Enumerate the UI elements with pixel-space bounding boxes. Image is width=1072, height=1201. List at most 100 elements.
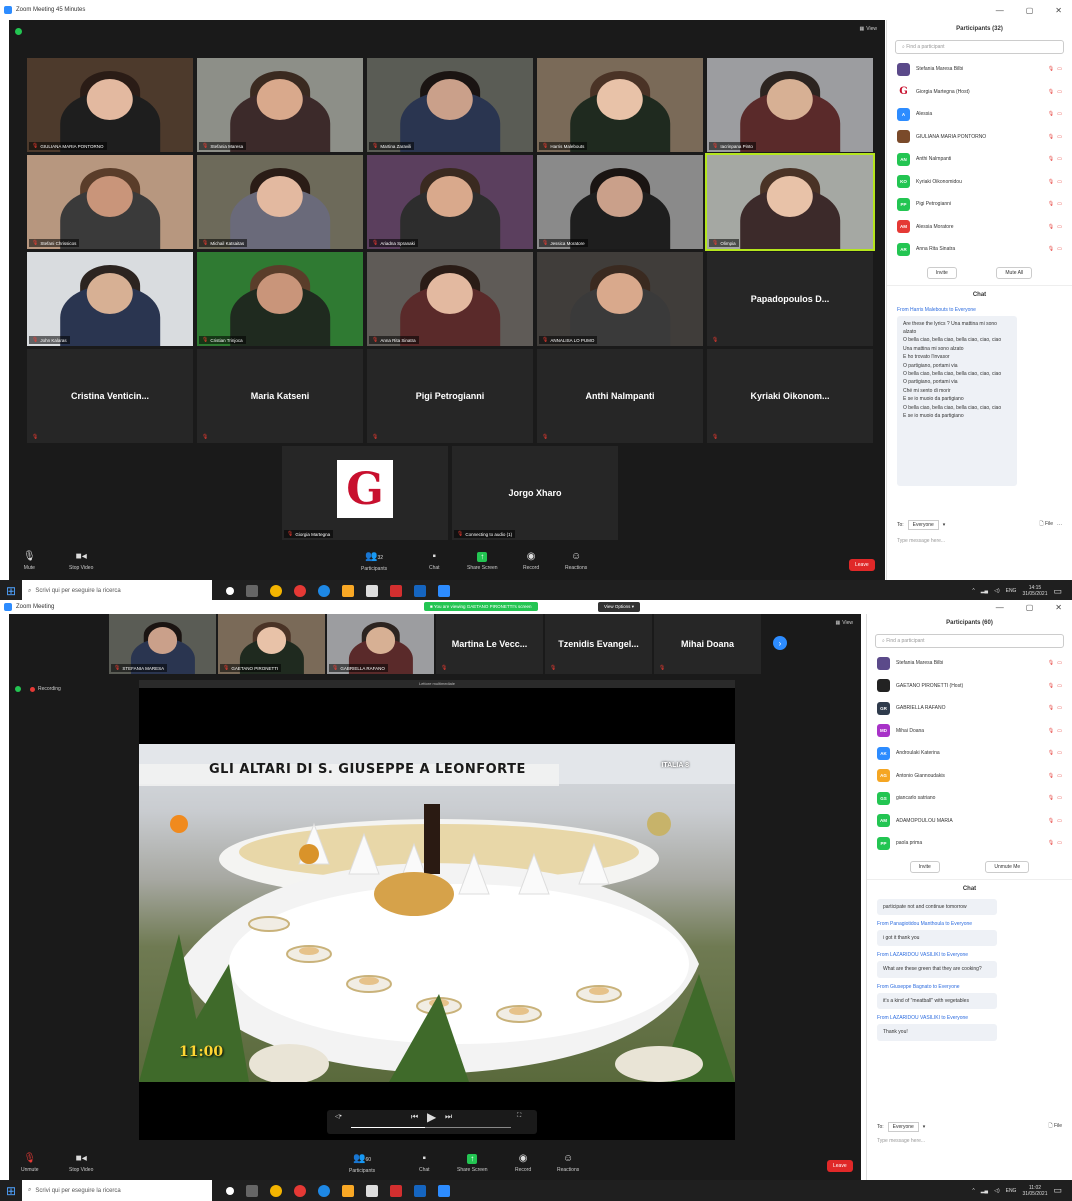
network-icon[interactable]: ▂▄ — [981, 1188, 988, 1194]
video-tile[interactable]: 🎙 STEFANIA MARESA — [109, 614, 216, 674]
video-tile[interactable]: Cristina Venticin... 🎙 — [27, 349, 193, 443]
view-button[interactable]: ▦ View — [860, 26, 877, 32]
seek-bar[interactable] — [351, 1127, 511, 1128]
edge-icon[interactable] — [318, 585, 330, 597]
maximize-icon[interactable]: ▢ — [1026, 603, 1034, 612]
video-tile[interactable]: 🎙 GABRIELLA RAFANO — [327, 614, 434, 674]
participant-row[interactable]: AN Anthi Nalmpanti 🎙 ▭ — [887, 148, 1072, 171]
unmute-button[interactable]: 🎙 Unmute — [21, 1154, 39, 1174]
participant-row[interactable]: MD Mihai Doana 🎙 ▭ — [867, 720, 1072, 743]
network-icon[interactable]: ▂▄ — [981, 588, 988, 594]
video-tile[interactable]: 🎙 Martina Zaravili — [367, 58, 533, 152]
share-screen-button[interactable]: ↑ Share Screen — [457, 1154, 488, 1173]
reactions-button[interactable]: ☺ Reactions — [565, 552, 587, 572]
video-tile[interactable]: 🎙 GAETANO PIRONETTI — [218, 614, 325, 674]
task-view-icon[interactable] — [246, 585, 258, 597]
video-tile[interactable]: 🎙 Stefani Chrissicos — [27, 155, 193, 249]
video-tile[interactable]: G 🎙 Giorgia Martegna — [282, 446, 448, 540]
notifications-icon[interactable]: ▭ — [1053, 586, 1062, 597]
encryption-shield-icon[interactable] — [15, 28, 22, 35]
play-icon[interactable]: ▶ — [427, 1110, 436, 1124]
video-tile[interactable]: 🎙 Ariadna Spranaki — [367, 155, 533, 249]
rewind-icon[interactable]: ⏮ — [411, 1112, 418, 1122]
participant-row[interactable]: GS giancarlo satriano 🎙 ▭ — [867, 787, 1072, 810]
volume-icon[interactable]: ◁) — [994, 588, 1000, 594]
chat-recipient-select[interactable]: Everyone — [887, 1122, 919, 1132]
volume-icon[interactable]: ◁) — [994, 1188, 1000, 1194]
mute-button[interactable]: 🎙 Mute — [23, 552, 36, 572]
chat-button[interactable]: ▪ Chat — [419, 1154, 430, 1174]
participant-row[interactable]: GIULIANA MARIA PONTORNO 🎙 ▭ — [887, 126, 1072, 149]
minimize-icon[interactable]: — — [996, 603, 1004, 612]
participant-row[interactable]: GR GABRIELLA RAFANO 🎙 ▭ — [867, 697, 1072, 720]
edge-icon[interactable] — [318, 1184, 330, 1197]
participant-row[interactable]: PP Pigi Petrogianni 🎙 ▭ — [887, 193, 1072, 216]
chat-input[interactable]: Type message here... — [877, 1138, 1062, 1144]
participant-row[interactable]: A Alessia 🎙 ▭ — [887, 103, 1072, 126]
participant-row[interactable]: KO Kyriaki Oikonomidou 🎙 ▭ — [887, 171, 1072, 194]
participant-row[interactable]: Stefania Maresa Bilbi 🎙 ▭ — [867, 652, 1072, 675]
tray-arrow-icon[interactable]: ^ — [972, 588, 974, 594]
video-tile[interactable]: Martina Le Vecc... 🎙 — [436, 614, 543, 674]
taskbar-search[interactable]: ⌕ Scrivi qui per eseguire la ricerca — [22, 1180, 212, 1201]
video-tile[interactable]: 🎙 Iacrinpana Pinto — [707, 58, 873, 152]
word-icon[interactable] — [414, 585, 426, 597]
participant-row[interactable]: G Giorgia Martegna (Host) 🎙 ▭ — [887, 81, 1072, 104]
participant-search-input[interactable]: ⌕ Find a participant — [895, 40, 1064, 54]
view-options-button[interactable]: View Options ▾ — [598, 602, 640, 612]
share-screen-button[interactable]: ↑ Share Screen — [467, 552, 498, 571]
file-button[interactable]: 🗋 File — [1040, 521, 1053, 529]
chat-button[interactable]: ▪ Chat — [429, 552, 440, 572]
forward-icon[interactable]: ⏭ — [445, 1112, 452, 1122]
participant-row[interactable]: AM ADAMOPOULOU MARIA 🎙 ▭ — [867, 810, 1072, 833]
reactions-button[interactable]: ☺ Reactions — [557, 1154, 579, 1174]
video-tile[interactable]: Papadopoulos D... 🎙 — [707, 252, 873, 346]
chat-recipient-select[interactable]: Everyone — [907, 520, 939, 530]
store-icon[interactable] — [366, 585, 378, 597]
video-tile[interactable]: Pigi Petrogianni 🎙 — [367, 349, 533, 443]
clock[interactable]: 14:15 31/05/2021 — [1022, 585, 1047, 597]
participant-row[interactable]: AG Antonio Giannoudakis 🎙 ▭ — [867, 765, 1072, 788]
participant-row[interactable]: Stefania Maresa Bilbi 🎙 ▭ — [887, 58, 1072, 81]
minimize-icon[interactable]: — — [996, 6, 1004, 15]
windows-start-icon[interactable]: ⊞ — [0, 1180, 22, 1201]
cortana-icon[interactable] — [226, 1186, 234, 1195]
store-icon[interactable] — [366, 1184, 378, 1197]
file-button[interactable]: 🗋 File — [1049, 1123, 1062, 1131]
chrome-icon[interactable] — [270, 1184, 282, 1197]
participant-row[interactable]: PP paola prima 🎙 ▭ — [867, 832, 1072, 855]
video-tile[interactable]: Jorgo Xharo 🎙 Connecting to audio (1) — [452, 446, 618, 540]
video-tile[interactable]: 🎙 Stefania Maresa — [197, 58, 363, 152]
record-button[interactable]: ◉ Record — [515, 1154, 531, 1174]
video-tile[interactable]: 🎙 John Kalaras — [27, 252, 193, 346]
unmute-me-button[interactable]: Unmute Me — [985, 860, 1030, 873]
leave-button[interactable]: Leave — [849, 559, 875, 571]
participants-button[interactable]: 👥60 Participants — [349, 1154, 375, 1175]
video-tile[interactable]: Mihai Doana 🎙 — [654, 614, 761, 674]
windows-start-icon[interactable]: ⊞ — [0, 580, 22, 600]
video-tile[interactable]: 🎙 Olimpia — [705, 153, 875, 251]
participant-row[interactable]: AR Anna Rita Sinatra 🎙 ▭ — [887, 238, 1072, 261]
leave-button[interactable]: Leave — [827, 1160, 853, 1172]
fullscreen-icon[interactable]: ⛶ — [517, 1113, 521, 1120]
video-tile[interactable]: 🎙 GIULIANA MARIA PONTORNO — [27, 58, 193, 152]
stop-video-button[interactable]: ■◂ Stop Video — [69, 1154, 93, 1174]
close-icon[interactable]: ✕ — [1055, 603, 1062, 612]
invite-button[interactable]: Invite — [909, 860, 940, 873]
invite-button[interactable]: Invite — [926, 266, 957, 279]
video-tile[interactable]: 🎙 Anna Rita Sinatra — [367, 252, 533, 346]
file-explorer-icon[interactable] — [342, 1184, 354, 1197]
participant-row[interactable]: AM Alessia Moratore 🎙 ▭ — [887, 216, 1072, 239]
zoom-taskbar-icon[interactable] — [438, 585, 450, 597]
opera-icon[interactable] — [294, 585, 306, 597]
more-icon[interactable]: ··· — [1057, 522, 1062, 528]
chrome-icon[interactable] — [270, 585, 282, 597]
acrobat-icon[interactable] — [390, 585, 402, 597]
video-tile[interactable]: 🎙 Michail Katsaitas — [197, 155, 363, 249]
file-explorer-icon[interactable] — [342, 585, 354, 597]
video-tile[interactable]: 🎙 Cristian Trinjoca — [197, 252, 363, 346]
video-tile[interactable]: Maria Katseni 🎙 — [197, 349, 363, 443]
task-view-icon[interactable] — [246, 1184, 258, 1197]
word-icon[interactable] — [414, 1184, 426, 1197]
chat-input[interactable]: Type message here... — [897, 538, 1062, 544]
